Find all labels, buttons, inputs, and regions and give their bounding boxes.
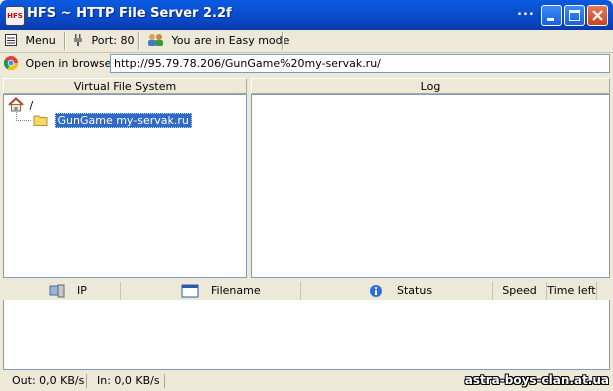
info-icon <box>370 285 382 297</box>
hfs-app-icon[interactable]: HFS <box>5 6 25 26</box>
window-title: HFS ~ HTTP File Server 2.2f <box>27 6 232 21</box>
log-panel[interactable] <box>251 94 610 278</box>
watermark: astra-boys-clan.at.ua <box>464 373 609 387</box>
url-field[interactable] <box>110 54 610 73</box>
column-time-left-label: Time left <box>547 284 596 297</box>
folder-icon <box>33 115 48 126</box>
extra-menu-button[interactable]: ... <box>517 4 535 19</box>
maximize-icon <box>569 10 580 21</box>
inbound-speed: In: 0,0 KB/s <box>97 374 160 387</box>
toolbar-separator <box>282 32 284 50</box>
close-button[interactable] <box>587 5 608 26</box>
status-separator <box>86 374 87 388</box>
column-filename-label: Filename <box>211 284 261 297</box>
plug-icon <box>74 34 82 46</box>
tree-root-label: / <box>29 99 34 112</box>
toolbar-separator <box>138 32 140 50</box>
mode-label: You are in Easy mode <box>171 34 290 47</box>
vfs-tree[interactable]: / GunGame my-servak.ru <box>3 94 247 278</box>
log-header: Log <box>251 78 610 94</box>
title-bar[interactable]: HFS HFS ~ HTTP File Server 2.2f ... <box>0 0 613 30</box>
mode-button[interactable]: You are in Easy mode <box>147 32 289 50</box>
connections-list[interactable] <box>3 300 610 370</box>
column-speed-label: Speed <box>502 284 537 297</box>
computer-icon <box>49 284 65 298</box>
column-speed[interactable]: Speed <box>493 282 547 300</box>
minimize-icon <box>547 18 554 21</box>
column-status[interactable]: Status <box>301 282 493 300</box>
column-time-left[interactable]: Time left <box>547 282 597 300</box>
toolbar-separator <box>64 32 66 50</box>
menu-button[interactable]: Menu <box>4 32 56 50</box>
address-row: Open in browser <box>0 52 613 76</box>
open-in-browser-button[interactable]: Open in browser <box>3 54 116 74</box>
menu-label: Menu <box>25 34 56 47</box>
open-in-browser-label: Open in browser <box>25 57 116 70</box>
column-status-label: Status <box>397 284 433 297</box>
status-separator <box>164 374 165 388</box>
tree-folder-label: GunGame my-servak.ru <box>54 113 192 128</box>
close-icon <box>592 10 603 21</box>
maximize-button[interactable] <box>564 5 585 26</box>
main-window: HFS HFS ~ HTTP File Server 2.2f ... Menu <box>0 0 613 391</box>
column-ip-label: IP <box>77 284 87 297</box>
browser-icon <box>3 56 18 70</box>
tree-folder-node[interactable]: GunGame my-servak.ru <box>33 113 192 129</box>
home-icon <box>8 97 24 112</box>
menu-icon <box>5 34 17 46</box>
tree-root-node[interactable]: / <box>8 97 33 113</box>
port-button[interactable]: Port: 80 <box>72 32 135 50</box>
outbound-speed: Out: 0,0 KB/s <box>12 374 85 387</box>
minimize-button[interactable] <box>541 5 562 26</box>
toolbar: Menu Port: 80 You are in Easy mode <box>0 30 613 53</box>
column-filename[interactable]: Filename <box>121 282 301 300</box>
users-icon <box>148 34 163 46</box>
port-label: Port: 80 <box>91 34 135 47</box>
vfs-header: Virtual File System <box>3 78 247 94</box>
file-window-icon <box>181 284 199 298</box>
column-ip[interactable]: IP <box>3 282 121 300</box>
connections-header: IP Filename Status Speed Time left <box>3 282 610 301</box>
